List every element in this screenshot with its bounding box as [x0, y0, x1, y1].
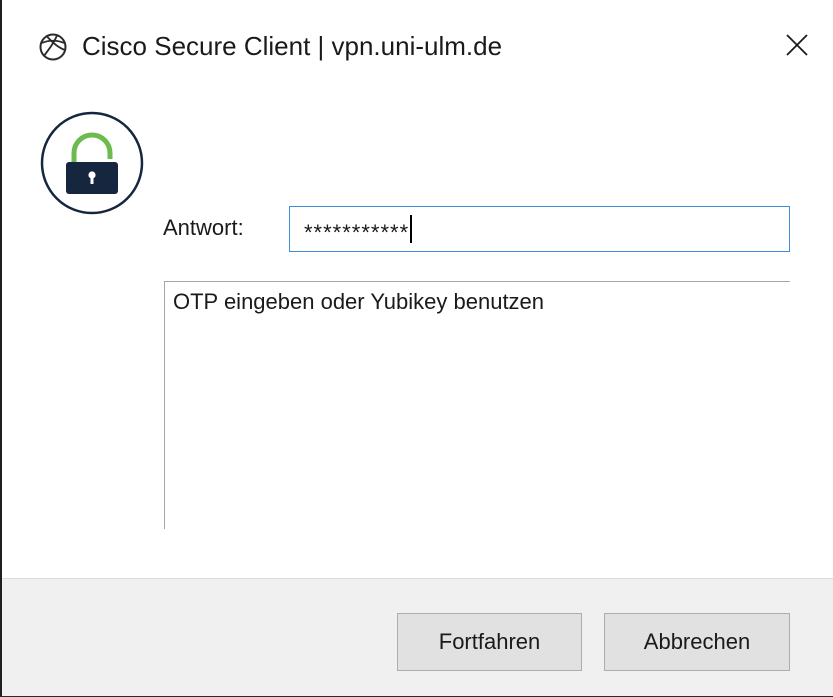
lock-icon [40, 111, 144, 219]
answer-input[interactable]: *********** [289, 206, 790, 252]
cancel-button[interactable]: Abbrechen [604, 613, 790, 671]
lock-badge [40, 111, 144, 215]
globe-icon [38, 32, 68, 62]
close-button[interactable] [774, 24, 820, 70]
window-title: Cisco Secure Client | vpn.uni-ulm.de [82, 31, 503, 61]
button-footer: Fortfahren Abbrechen [2, 578, 833, 696]
text-caret [410, 215, 413, 243]
answer-input-value: *********** [304, 220, 410, 245]
message-text: OTP eingeben oder Yubikey benutzen [173, 289, 545, 314]
title-bar: Cisco Secure Client | vpn.uni-ulm.de [2, 0, 833, 92]
answer-label: Antwort: [163, 215, 244, 240]
continue-button[interactable]: Fortfahren [397, 613, 582, 671]
close-icon [785, 33, 809, 62]
vpn-dialog-window: Cisco Secure Client | vpn.uni-ulm.de Ant… [0, 0, 833, 697]
message-box: OTP eingeben oder Yubikey benutzen [164, 281, 790, 529]
